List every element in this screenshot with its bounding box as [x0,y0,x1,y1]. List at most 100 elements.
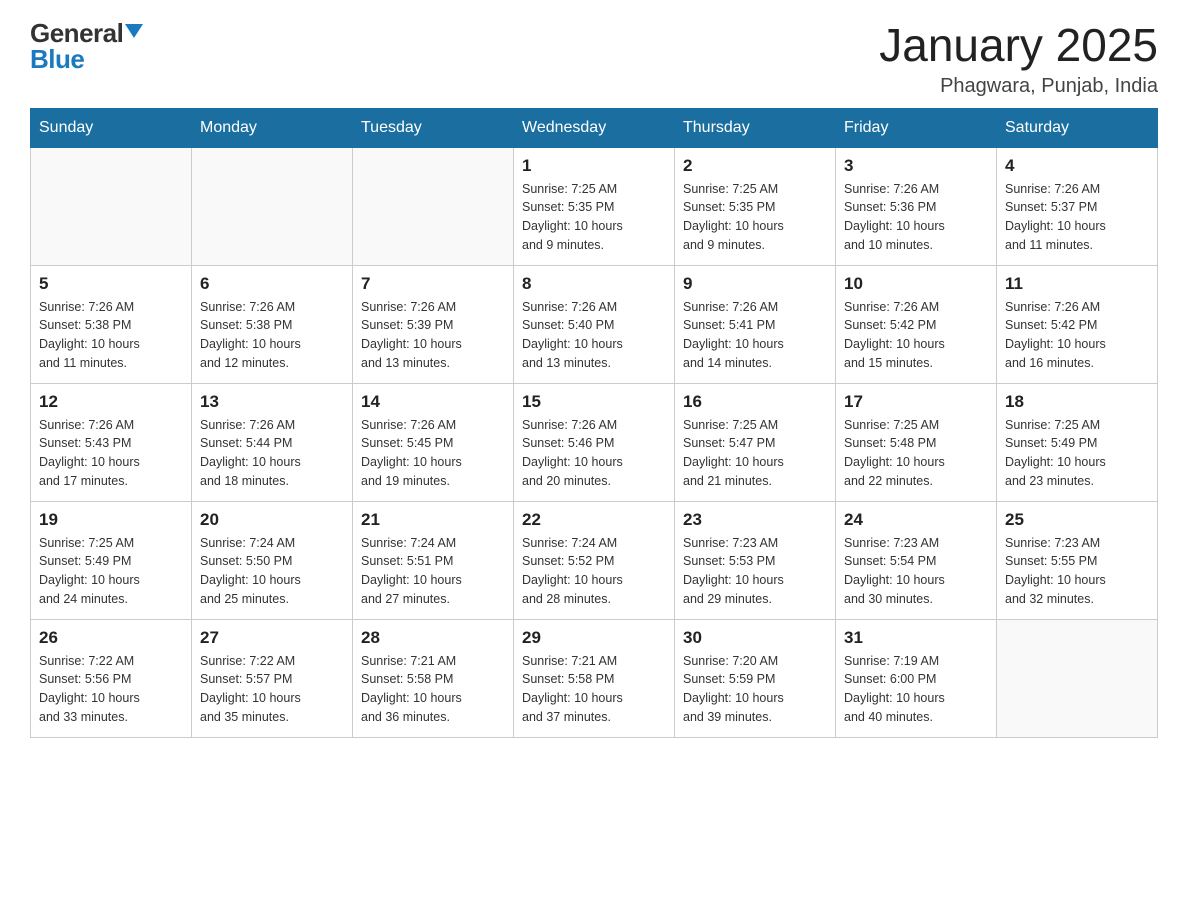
day-number: 15 [522,392,666,412]
calendar-cell: 7Sunrise: 7:26 AM Sunset: 5:39 PM Daylig… [353,265,514,383]
day-number: 11 [1005,274,1149,294]
calendar-cell: 26 Sunrise: 7:22 AM Sunset: 5:56 PM Dayli… [31,619,192,737]
location-text: Phagwara, Punjab, India [879,75,1158,98]
day-number: 8 [522,274,666,294]
day-number: 16 [683,392,827,412]
month-year-title: January 2025 [879,20,1158,71]
day-info: Sunrise: 7:26 AM Sunset: 5:38 PM Dayligh… [39,298,183,373]
calendar-cell [353,147,514,265]
day-number: 25 [1005,510,1149,530]
day-number: 1 [522,156,666,176]
column-header-sunday: Sunday [31,108,192,147]
day-number: 17 [844,392,988,412]
column-header-monday: Monday [192,108,353,147]
day-info: Sunrise: 7:25 AM Sunset: 5:49 PM Dayligh… [39,534,183,609]
day-info: Sunrise: 7:26 AM Sunset: 5:38 PM Dayligh… [200,298,344,373]
day-info: Sunrise: 7:26 AM Sunset: 5:40 PM Dayligh… [522,298,666,373]
day-info: Sunrise: 7:24 AM Sunset: 5:50 PM Dayligh… [200,534,344,609]
week-row-4: 19 Sunrise: 7:25 AM Sunset: 5:49 PM Dayli… [31,501,1158,619]
day-info: Sunrise: 7:26 AM Sunset: 5:36 PM Dayligh… [844,180,988,255]
calendar-cell: 15Sunrise: 7:26 AM Sunset: 5:46 PM Dayli… [514,383,675,501]
calendar-cell: 18 Sunrise: 7:25 AM Sunset: 5:49 PM Dayli… [997,383,1158,501]
calendar-cell: 14Sunrise: 7:26 AM Sunset: 5:45 PM Dayli… [353,383,514,501]
day-number: 22 [522,510,666,530]
day-info: Sunrise: 7:25 AM Sunset: 5:35 PM Dayligh… [522,180,666,255]
calendar-cell: 12 Sunrise: 7:26 AM Sunset: 5:43 PM Dayli… [31,383,192,501]
calendar-cell: 27 Sunrise: 7:22 AM Sunset: 5:57 PM Dayli… [192,619,353,737]
calendar-cell: 21Sunrise: 7:24 AM Sunset: 5:51 PM Dayli… [353,501,514,619]
page-header: General Blue January 2025 Phagwara, Punj… [30,20,1158,98]
column-header-saturday: Saturday [997,108,1158,147]
logo-triangle-icon [125,24,143,38]
day-number: 2 [683,156,827,176]
logo: General Blue [30,20,143,72]
day-number: 24 [844,510,988,530]
week-row-1: 1 Sunrise: 7:25 AM Sunset: 5:35 PM Daylig… [31,147,1158,265]
calendar-cell: 8 Sunrise: 7:26 AM Sunset: 5:40 PM Daylig… [514,265,675,383]
day-number: 10 [844,274,988,294]
calendar-cell: 19 Sunrise: 7:25 AM Sunset: 5:49 PM Dayli… [31,501,192,619]
day-number: 26 [39,628,183,648]
day-info: Sunrise: 7:25 AM Sunset: 5:49 PM Dayligh… [1005,416,1149,491]
day-info: Sunrise: 7:23 AM Sunset: 5:55 PM Dayligh… [1005,534,1149,609]
day-info: Sunrise: 7:25 AM Sunset: 5:35 PM Dayligh… [683,180,827,255]
day-number: 14 [361,392,505,412]
calendar-cell: 22 Sunrise: 7:24 AM Sunset: 5:52 PM Dayli… [514,501,675,619]
day-info: Sunrise: 7:26 AM Sunset: 5:42 PM Dayligh… [844,298,988,373]
day-number: 29 [522,628,666,648]
day-number: 27 [200,628,344,648]
week-row-2: 5 Sunrise: 7:26 AM Sunset: 5:38 PM Daylig… [31,265,1158,383]
day-info: Sunrise: 7:25 AM Sunset: 5:47 PM Dayligh… [683,416,827,491]
calendar-cell: 3 Sunrise: 7:26 AM Sunset: 5:36 PM Daylig… [836,147,997,265]
column-header-tuesday: Tuesday [353,108,514,147]
day-info: Sunrise: 7:19 AM Sunset: 6:00 PM Dayligh… [844,652,988,727]
day-number: 5 [39,274,183,294]
calendar-cell: 6 Sunrise: 7:26 AM Sunset: 5:38 PM Daylig… [192,265,353,383]
day-number: 28 [361,628,505,648]
day-number: 21 [361,510,505,530]
day-info: Sunrise: 7:26 AM Sunset: 5:43 PM Dayligh… [39,416,183,491]
calendar-cell: 5 Sunrise: 7:26 AM Sunset: 5:38 PM Daylig… [31,265,192,383]
logo-blue-text: Blue [30,46,143,72]
logo-general-text: General [30,20,123,46]
day-number: 9 [683,274,827,294]
day-number: 19 [39,510,183,530]
day-info: Sunrise: 7:20 AM Sunset: 5:59 PM Dayligh… [683,652,827,727]
day-info: Sunrise: 7:26 AM Sunset: 5:42 PM Dayligh… [1005,298,1149,373]
day-info: Sunrise: 7:24 AM Sunset: 5:52 PM Dayligh… [522,534,666,609]
day-info: Sunrise: 7:22 AM Sunset: 5:57 PM Dayligh… [200,652,344,727]
calendar-cell [192,147,353,265]
day-info: Sunrise: 7:26 AM Sunset: 5:44 PM Dayligh… [200,416,344,491]
calendar-cell: 2 Sunrise: 7:25 AM Sunset: 5:35 PM Daylig… [675,147,836,265]
calendar-cell: 24Sunrise: 7:23 AM Sunset: 5:54 PM Dayli… [836,501,997,619]
calendar-cell [997,619,1158,737]
day-number: 3 [844,156,988,176]
day-number: 30 [683,628,827,648]
day-number: 12 [39,392,183,412]
calendar-cell: 20 Sunrise: 7:24 AM Sunset: 5:50 PM Dayli… [192,501,353,619]
calendar-cell: 11 Sunrise: 7:26 AM Sunset: 5:42 PM Dayli… [997,265,1158,383]
calendar-cell: 30 Sunrise: 7:20 AM Sunset: 5:59 PM Dayli… [675,619,836,737]
calendar-cell: 4Sunrise: 7:26 AM Sunset: 5:37 PM Daylig… [997,147,1158,265]
day-info: Sunrise: 7:22 AM Sunset: 5:56 PM Dayligh… [39,652,183,727]
column-header-friday: Friday [836,108,997,147]
title-section: January 2025 Phagwara, Punjab, India [879,20,1158,98]
calendar-cell: 13 Sunrise: 7:26 AM Sunset: 5:44 PM Dayli… [192,383,353,501]
calendar-cell: 16 Sunrise: 7:25 AM Sunset: 5:47 PM Dayli… [675,383,836,501]
day-number: 6 [200,274,344,294]
day-info: Sunrise: 7:21 AM Sunset: 5:58 PM Dayligh… [522,652,666,727]
day-number: 4 [1005,156,1149,176]
day-info: Sunrise: 7:23 AM Sunset: 5:53 PM Dayligh… [683,534,827,609]
day-number: 13 [200,392,344,412]
calendar-table: SundayMondayTuesdayWednesdayThursdayFrid… [30,108,1158,738]
day-number: 7 [361,274,505,294]
day-number: 18 [1005,392,1149,412]
calendar-cell: 23Sunrise: 7:23 AM Sunset: 5:53 PM Dayli… [675,501,836,619]
day-info: Sunrise: 7:21 AM Sunset: 5:58 PM Dayligh… [361,652,505,727]
week-row-5: 26 Sunrise: 7:22 AM Sunset: 5:56 PM Dayli… [31,619,1158,737]
calendar-cell: 10 Sunrise: 7:26 AM Sunset: 5:42 PM Dayli… [836,265,997,383]
day-number: 20 [200,510,344,530]
calendar-cell: 31Sunrise: 7:19 AM Sunset: 6:00 PM Dayli… [836,619,997,737]
calendar-cell: 28 Sunrise: 7:21 AM Sunset: 5:58 PM Dayli… [353,619,514,737]
day-info: Sunrise: 7:26 AM Sunset: 5:41 PM Dayligh… [683,298,827,373]
